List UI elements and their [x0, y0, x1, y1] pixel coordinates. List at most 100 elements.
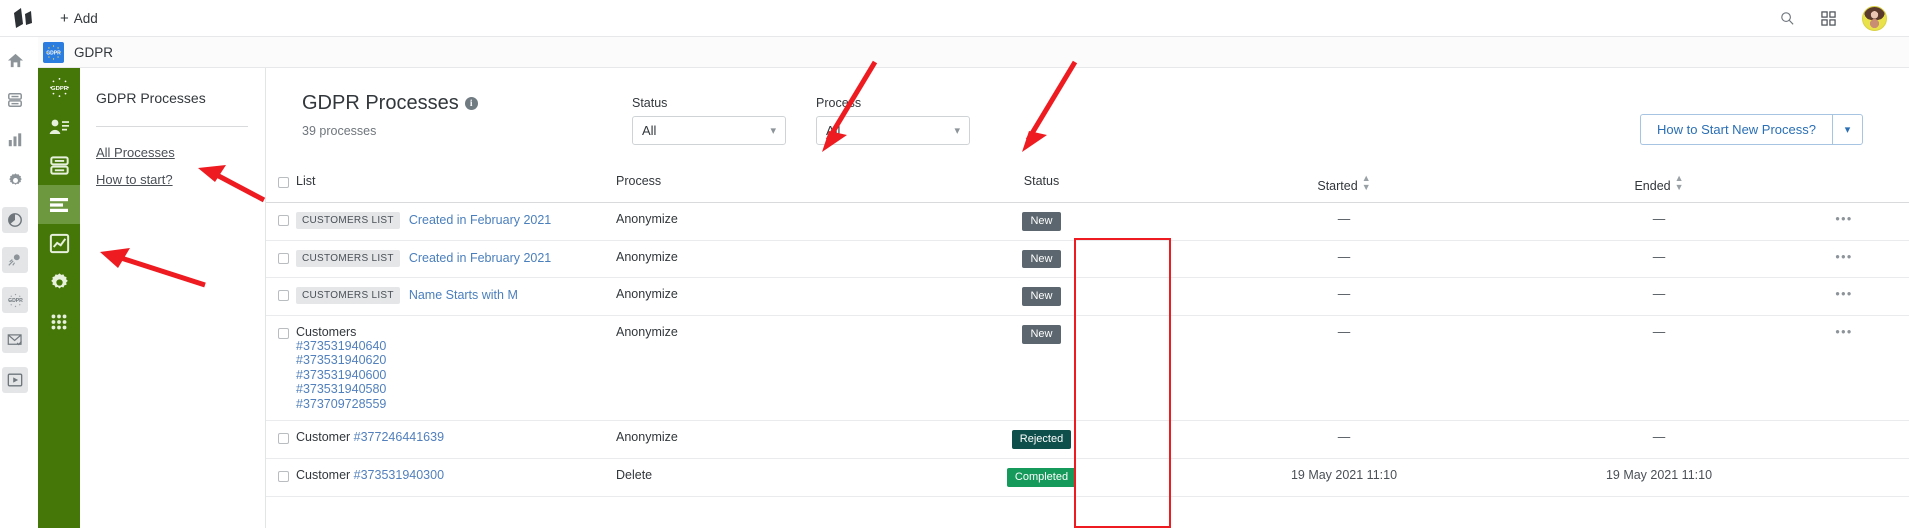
header-started[interactable]: Started ▲ ▼ — [1184, 164, 1504, 202]
row-actions-button[interactable]: ••• — [1814, 203, 1874, 235]
sidebar-item-apps[interactable] — [38, 302, 80, 341]
process-count: 39 processes — [302, 124, 377, 138]
row-actions-button[interactable] — [1814, 421, 1874, 439]
row-actions-button[interactable]: ••• — [1814, 278, 1874, 310]
home-icon[interactable] — [2, 47, 28, 73]
user-avatar[interactable] — [1862, 5, 1887, 31]
svg-text:GDPR: GDPR — [50, 86, 68, 92]
cell-list: CUSTOMERS LIST Created in February 2021 — [296, 203, 616, 238]
cell-process: Delete — [616, 468, 653, 483]
sort-icon[interactable]: ▲ ▼ — [1362, 174, 1371, 192]
cell-list: Customer #377246441639 — [296, 421, 616, 453]
svg-text:GDPR: GDPR — [46, 50, 61, 56]
sidebar-item-lists[interactable] — [38, 146, 80, 185]
sort-icon[interactable]: ▲ ▼ — [1675, 174, 1684, 192]
cell-started: — — [1337, 249, 1351, 264]
record-id-link[interactable]: #373531940580 — [296, 382, 616, 397]
list-tag: CUSTOMERS LIST — [296, 249, 400, 267]
row-checkbox[interactable] — [278, 471, 289, 483]
gdpr-icon[interactable]: GDPR — [2, 287, 28, 313]
cell-ended: — — [1652, 287, 1666, 302]
gdpr-nav-sidebar: GDPR — [38, 68, 80, 528]
page-header-left: GDPR Processes i 39 processes — [302, 92, 632, 138]
row-select-cell — [266, 459, 296, 491]
how-to-start-dropdown-toggle[interactable]: ▾ — [1832, 114, 1863, 145]
status-filter[interactable]: All ▾ — [632, 116, 786, 145]
table-row: Customer #377246441639 Anonymize Rejected —… — [266, 421, 1909, 460]
record-id-link[interactable]: #373531940640 — [296, 339, 616, 354]
how-to-start-split-button: How to Start New Process? ▾ — [1640, 114, 1863, 145]
divider — [96, 126, 248, 127]
sidebar-link-how-to-start[interactable]: How to start? — [96, 172, 265, 187]
apps-dots-icon — [51, 314, 67, 329]
cell-ended: — — [1652, 430, 1666, 445]
database-icon[interactable] — [2, 87, 28, 113]
contacts-icon — [49, 119, 69, 134]
add-button-label: Add — [73, 10, 98, 26]
status-badge: New — [1022, 249, 1061, 269]
mail-check-icon[interactable] — [2, 327, 28, 353]
status-filter-label: Status — [632, 96, 668, 110]
process-id-link[interactable]: #373531940300 — [354, 468, 444, 482]
table-row: CUSTOMERS LIST Created in February 2021 An… — [266, 241, 1909, 279]
header-ended-label: Ended — [1634, 179, 1671, 193]
sidebar-item-processes[interactable] — [38, 185, 80, 224]
sidebar-item-reports[interactable] — [38, 224, 80, 263]
info-icon[interactable]: i — [464, 97, 478, 110]
gdpr-badge-icon: GDPR — [49, 78, 69, 97]
record-id-link[interactable]: #373531940600 — [296, 368, 616, 383]
row-select-cell — [266, 316, 296, 348]
process-name-link[interactable]: Created in February 2021 — [409, 250, 551, 264]
processes-lines-icon — [50, 197, 68, 212]
pie-segment-icon[interactable] — [2, 207, 28, 233]
analytics-bars-icon[interactable] — [2, 127, 28, 153]
cell-status: New — [899, 316, 1184, 353]
plus-icon: + — [60, 9, 69, 27]
sidebar-link-all-processes[interactable]: All Processes — [96, 145, 265, 160]
process-filter-group: Process All ▾ — [816, 96, 970, 145]
campaign-burst-icon[interactable] — [2, 247, 28, 273]
page-title-text: GDPR Processes — [302, 92, 459, 114]
header-ended[interactable]: Ended ▲ ▼ — [1504, 164, 1814, 202]
row-actions-button[interactable]: ••• — [1814, 241, 1874, 273]
select-all-checkbox[interactable] — [278, 177, 289, 188]
add-button[interactable]: + Add — [60, 11, 98, 26]
cell-started: — — [1337, 430, 1351, 445]
sidebar-item-contacts[interactable] — [38, 107, 80, 146]
process-name-text: Customer — [296, 468, 354, 483]
gear-icon — [50, 273, 68, 289]
cell-process: Anonymize — [616, 430, 678, 445]
sidebar-item-gdpr[interactable]: GDPR — [38, 68, 80, 107]
app-logo[interactable] — [6, 8, 44, 28]
cell-status: New — [899, 241, 1184, 278]
process-id-link[interactable]: #377246441639 — [354, 430, 444, 444]
page-header: GDPR Processes i 39 processes Status All… — [266, 68, 1909, 145]
row-checkbox[interactable] — [278, 433, 289, 445]
process-name-link[interactable]: Created in February 2021 — [409, 213, 551, 227]
record-id-link[interactable]: #373531940620 — [296, 353, 616, 368]
cell-started: 19 May 2021 11:10 — [1290, 468, 1398, 483]
settings-gear-icon[interactable] — [2, 167, 28, 193]
row-actions-button[interactable] — [1814, 459, 1874, 477]
chevron-down-icon: ▾ — [954, 125, 960, 137]
process-filter[interactable]: All ▾ — [816, 116, 970, 145]
video-play-icon[interactable] — [2, 367, 28, 393]
process-name-link[interactable]: Name Starts with M — [409, 288, 518, 302]
chart-trend-icon — [49, 233, 69, 254]
how-to-start-button[interactable]: How to Start New Process? — [1640, 114, 1832, 145]
cell-list: Customer #373531940300 — [296, 459, 616, 491]
row-select-cell — [266, 421, 296, 453]
row-checkbox[interactable] — [278, 327, 289, 339]
breadcrumb: GDPR GDPR — [38, 37, 1909, 68]
sidebar-item-settings[interactable] — [38, 263, 80, 302]
apps-grid-icon[interactable] — [1821, 10, 1836, 26]
row-checkbox[interactable] — [278, 252, 289, 264]
search-icon[interactable] — [1780, 11, 1795, 26]
header-process: Process — [616, 174, 662, 188]
status-badge: Completed — [1006, 468, 1077, 487]
row-actions-button[interactable]: ••• — [1814, 316, 1874, 348]
row-checkbox[interactable] — [278, 290, 289, 302]
cell-ended: — — [1652, 324, 1666, 339]
record-id-link[interactable]: #373709728559 — [296, 397, 616, 412]
row-checkbox[interactable] — [278, 215, 289, 226]
